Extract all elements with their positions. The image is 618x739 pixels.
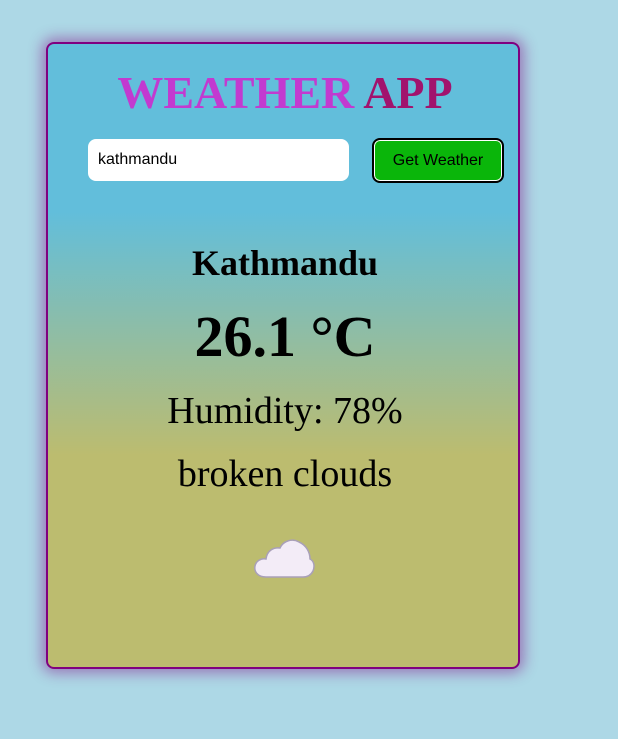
weather-card: WEATHER APP Get Weather Kathmandu 26.1 °… [46,42,520,669]
humidity-text: Humidity: 78% [167,390,403,432]
app-title-word-app: APP [363,67,453,118]
cloud-icon [254,539,315,578]
app-title: WEATHER APP [48,70,522,116]
get-weather-button[interactable]: Get Weather [372,138,504,183]
temperature-value: 26.1 °C [194,304,376,369]
city-search-input[interactable] [88,139,349,181]
app-title-word-weather: WEATHER [117,67,355,118]
weather-description: broken clouds [177,453,393,495]
city-name: Kathmandu [191,243,379,283]
